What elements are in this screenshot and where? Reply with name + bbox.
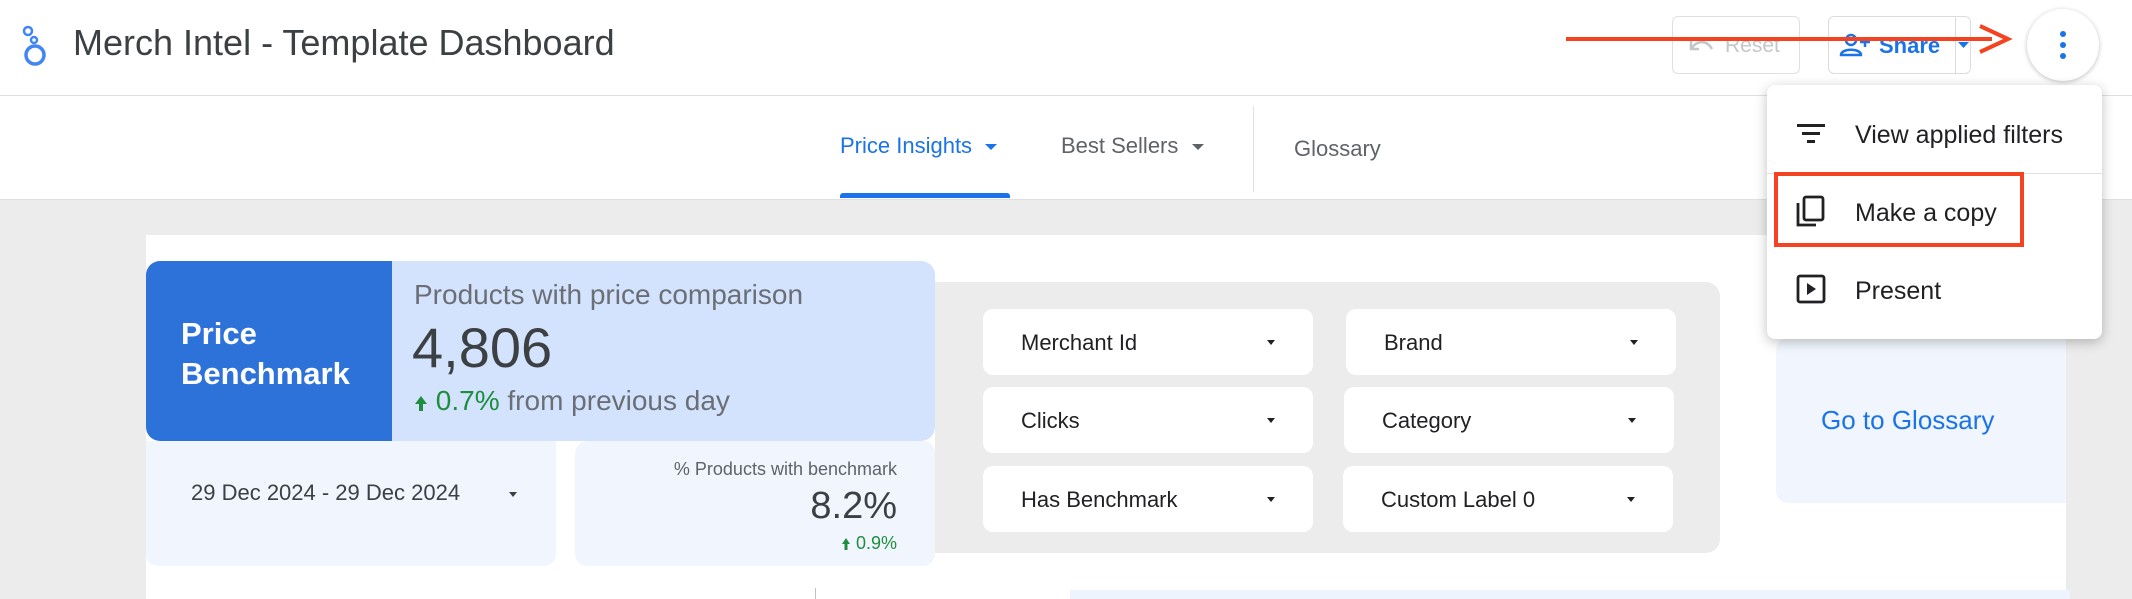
present-icon bbox=[1796, 274, 1826, 304]
price-benchmark-line1: Price bbox=[181, 316, 257, 351]
filter-custom-label-0[interactable]: Custom Label 0 bbox=[1343, 466, 1673, 532]
annotation-arrow-icon bbox=[1566, 24, 2013, 54]
make-a-copy-highlight-box bbox=[1774, 172, 2024, 247]
tab-best-sellers-label: Best Sellers bbox=[1061, 133, 1179, 158]
scorecard-title: Products with price comparison bbox=[414, 279, 804, 310]
scorecard-delta-value: 0.7% bbox=[435, 385, 500, 416]
go-to-glossary-link[interactable]: Go to Glossary bbox=[1821, 405, 1994, 436]
filter-label: Has Benchmark bbox=[1021, 487, 1178, 512]
active-tab-indicator bbox=[840, 193, 1010, 198]
filter-has-benchmark[interactable]: Has Benchmark bbox=[983, 466, 1313, 532]
date-range-control[interactable]: 29 Dec 2024 - 29 Dec 2024 bbox=[146, 441, 556, 566]
benchmark-delta: 0.9% bbox=[841, 533, 897, 554]
date-range-caret-icon bbox=[509, 492, 517, 497]
filter-brand[interactable]: Brand bbox=[1346, 309, 1676, 375]
benchmark-arrow-up-icon bbox=[841, 538, 850, 551]
dropdown-caret-icon bbox=[1267, 418, 1275, 423]
menu-item-present[interactable]: Present bbox=[1767, 255, 2102, 325]
tab-best-sellers-caret-icon bbox=[1191, 144, 1204, 151]
dropdown-caret-icon bbox=[1267, 497, 1275, 502]
price-comparison-scorecard: Products with price comparison 4,806 0.7… bbox=[392, 261, 935, 441]
filter-label: Brand bbox=[1384, 330, 1443, 355]
dropdown-caret-icon bbox=[1627, 497, 1635, 502]
nav-divider bbox=[1253, 106, 1254, 192]
scorecard-delta: 0.7% from previous day bbox=[414, 385, 730, 417]
benchmark-delta-value: 0.9% bbox=[855, 533, 897, 553]
tab-best-sellers[interactable]: Best Sellers bbox=[1061, 133, 1205, 159]
filter-label: Merchant Id bbox=[1021, 330, 1138, 355]
filter-label: Category bbox=[1382, 408, 1472, 433]
dropdown-caret-icon bbox=[1267, 340, 1275, 345]
price-benchmark-line2: Benchmark bbox=[181, 356, 350, 391]
menu-item-view-applied-filters[interactable]: View applied filters bbox=[1767, 99, 2102, 169]
looker-studio-logo-icon bbox=[22, 25, 46, 66]
filter-label: Clicks bbox=[1021, 408, 1080, 433]
glossary-card: Go to Glossary bbox=[1776, 338, 2066, 503]
tab-glossary[interactable]: Glossary bbox=[1294, 136, 1381, 162]
tab-price-insights-label: Price Insights bbox=[840, 133, 973, 158]
chart-area-top bbox=[1070, 590, 2070, 599]
benchmark-title: % Products with benchmark bbox=[673, 459, 897, 479]
price-benchmark-card: Price Benchmark bbox=[146, 261, 392, 441]
date-range-value: 29 Dec 2024 - 29 Dec 2024 bbox=[191, 480, 461, 505]
benchmark-scorecard: % Products with benchmark 8.2% 0.9% bbox=[575, 441, 935, 566]
more-vert-icon bbox=[2060, 31, 2066, 59]
scorecard-delta-suffix: from previous day bbox=[507, 385, 730, 416]
filter-list-icon bbox=[1797, 124, 1825, 143]
benchmark-value: 8.2% bbox=[810, 485, 897, 527]
filter-merchant-id[interactable]: Merchant Id bbox=[983, 309, 1313, 375]
tab-price-insights-caret-icon bbox=[985, 144, 998, 151]
arrow-up-icon bbox=[415, 395, 427, 411]
more-options-button[interactable] bbox=[2027, 9, 2099, 81]
menu-item-label: Present bbox=[1855, 277, 1942, 305]
tab-price-insights[interactable]: Price Insights bbox=[840, 133, 998, 159]
tab-glossary-label: Glossary bbox=[1294, 136, 1381, 161]
dashboard-title: Merch Intel - Template Dashboard bbox=[73, 22, 615, 63]
filter-label: Custom Label 0 bbox=[1381, 487, 1536, 512]
menu-item-label: View applied filters bbox=[1855, 121, 2063, 149]
chart-toolbar-divider bbox=[815, 588, 816, 599]
scorecard-value: 4,806 bbox=[412, 316, 553, 379]
filter-clicks[interactable]: Clicks bbox=[983, 387, 1313, 453]
filter-category[interactable]: Category bbox=[1344, 387, 1674, 453]
dropdown-caret-icon bbox=[1628, 418, 1636, 423]
dropdown-caret-icon bbox=[1630, 340, 1638, 345]
